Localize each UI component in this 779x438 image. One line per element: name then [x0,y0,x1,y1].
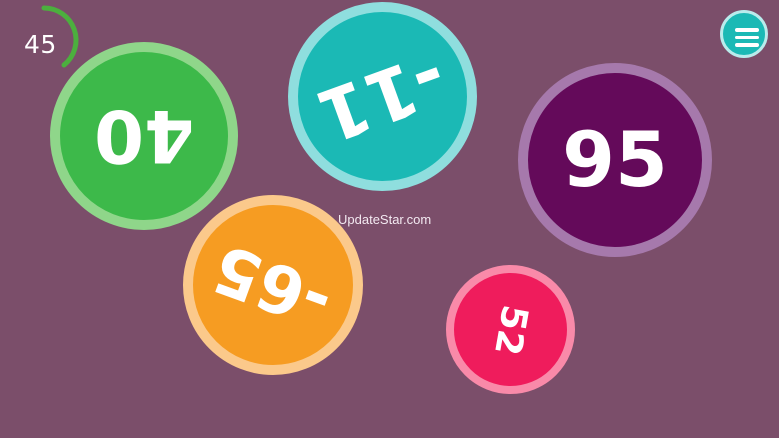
watermark-text: UpdateStar.com [338,212,432,227]
hamburger-menu-icon [735,35,759,39]
menu-button[interactable] [720,10,768,58]
timer-value: 45 [24,30,57,59]
hamburger-menu-icon [735,43,759,47]
bubble-number: -65 [203,228,343,343]
bubble-number: -11 [307,34,458,159]
number-bubble-minus-11[interactable]: -11 [288,2,477,191]
number-bubble-minus-65[interactable]: -65 [183,195,363,375]
hamburger-menu-icon [735,28,759,32]
game-board: 45 40 -11 95 -65 52 UpdateStar.com [0,0,779,438]
bubble-number: 40 [93,94,195,178]
number-bubble-52[interactable]: 52 [446,265,575,394]
number-bubble-40[interactable]: 40 [50,42,238,230]
number-bubble-95[interactable]: 95 [518,63,712,257]
countdown-timer: 45 [6,2,82,78]
bubble-number: 52 [486,301,536,358]
bubble-number: 95 [562,115,668,204]
